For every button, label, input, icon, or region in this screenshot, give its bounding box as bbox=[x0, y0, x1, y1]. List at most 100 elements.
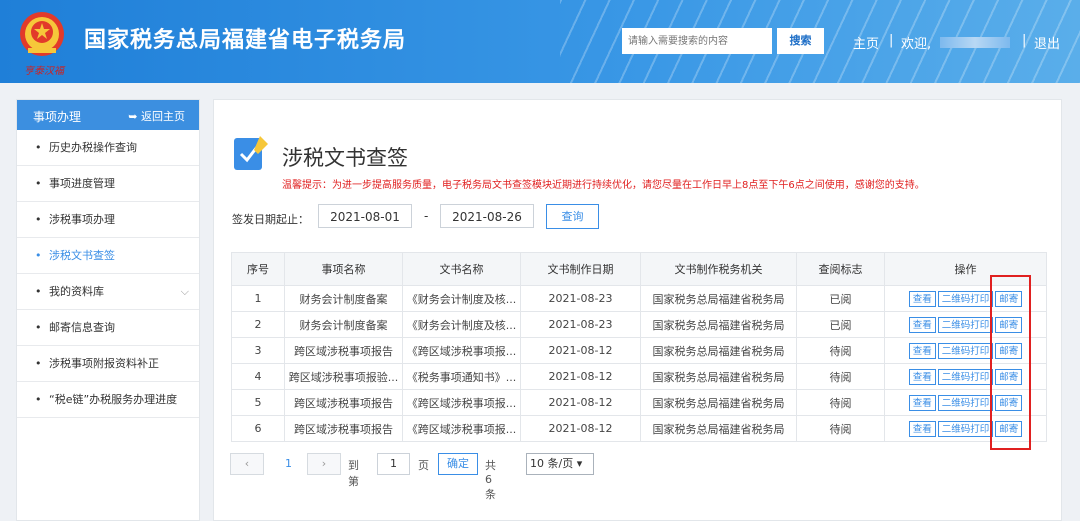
column-header: 文书名称 bbox=[402, 252, 521, 286]
goto-page-input[interactable]: 1 bbox=[377, 453, 410, 475]
view-button[interactable]: 查看 bbox=[908, 316, 936, 333]
cell-no: 4 bbox=[231, 363, 285, 390]
bullet-icon: • bbox=[35, 213, 42, 226]
table-row: 4 跨区域涉税事项报验... 《税务事项通知书》... 2021-08-12 国家税务总… bbox=[231, 363, 1047, 390]
cell-org: 国家税务总局福建省税务局 bbox=[640, 337, 797, 364]
cell-no: 6 bbox=[231, 415, 285, 442]
sidebar-item-tax-matters[interactable]: • 涉税事项办理 bbox=[17, 202, 199, 238]
qr-print-button[interactable]: 二维码打印 bbox=[937, 342, 994, 359]
site-title: 国家税务总局福建省电子税务局 bbox=[84, 28, 407, 53]
date-from-input[interactable]: 2021-08-01 bbox=[318, 204, 412, 228]
cell-doc: 《财务会计制度及核... bbox=[402, 311, 521, 338]
total-count: 共 6 条 bbox=[485, 459, 496, 501]
sidebar-item-label: 事项进度管理 bbox=[49, 177, 115, 190]
cell-flag: 待阅 bbox=[796, 363, 885, 390]
nav-separator: | bbox=[889, 33, 894, 48]
qr-print-button[interactable]: 二维码打印 bbox=[937, 316, 994, 333]
next-page-button[interactable]: › bbox=[307, 453, 341, 475]
table-row: 1 财务会计制度备案 《财务会计制度及核... 2021-08-23 国家税务总局福建省… bbox=[231, 285, 1047, 312]
view-button[interactable]: 查看 bbox=[908, 368, 936, 385]
back-arrow-icon: ➥ bbox=[128, 110, 138, 123]
column-header: 文书制作日期 bbox=[520, 252, 641, 286]
cell-item: 跨区域涉税事项报告 bbox=[284, 415, 403, 442]
sidebar-item-progress[interactable]: • 事项进度管理 bbox=[17, 166, 199, 202]
cell-item: 财务会计制度备案 bbox=[284, 285, 403, 312]
page-size-select[interactable]: 10 条/页 ▾ bbox=[526, 453, 594, 475]
cell-date: 2021-08-12 bbox=[520, 363, 641, 390]
column-header: 查阅标志 bbox=[796, 252, 885, 286]
sidebar-item-documents[interactable]: • 涉税文书查签 bbox=[17, 238, 199, 274]
sidebar-item-label: 我的资料库 bbox=[49, 285, 104, 298]
cell-flag: 已阅 bbox=[796, 311, 885, 338]
column-header: 事项名称 bbox=[284, 252, 403, 286]
cell-doc: 《跨区域涉税事项报... bbox=[402, 337, 521, 364]
cell-org: 国家税务总局福建省税务局 bbox=[640, 363, 797, 390]
warm-notice: 温馨提示：为进一步提高服务质量，电子税务局文书查签模块近期进行持续优化，请您尽量… bbox=[282, 180, 925, 191]
highlight-annotation-box bbox=[990, 275, 1031, 450]
qr-print-button[interactable]: 二维码打印 bbox=[937, 394, 994, 411]
view-button[interactable]: 查看 bbox=[908, 290, 936, 307]
nav-home-link[interactable]: 主页 bbox=[853, 33, 879, 52]
table-row: 5 跨区域涉税事项报告 《跨区域涉税事项报... 2021-08-12 国家税务总局福建… bbox=[231, 389, 1047, 416]
cell-flag: 待阅 bbox=[796, 337, 885, 364]
table-row: 6 跨区域涉税事项报告 《跨区域涉税事项报... 2021-08-12 国家税务总局福建… bbox=[231, 415, 1047, 442]
cell-item: 跨区域涉税事项报验... bbox=[284, 363, 403, 390]
column-header: 文书制作税务机关 bbox=[640, 252, 797, 286]
masked-username bbox=[940, 37, 1010, 48]
cell-item: 跨区域涉税事项报告 bbox=[284, 337, 403, 364]
bullet-icon: • bbox=[35, 393, 42, 406]
sidebar-item-supplement[interactable]: • 涉税事项附报资料补正 bbox=[17, 346, 199, 382]
sidebar-item-mail-query[interactable]: • 邮寄信息查询 bbox=[17, 310, 199, 346]
bullet-icon: • bbox=[35, 321, 42, 334]
query-button[interactable]: 查询 bbox=[546, 204, 599, 229]
current-page-number[interactable]: 1 bbox=[285, 457, 292, 470]
view-button[interactable]: 查看 bbox=[908, 342, 936, 359]
cell-org: 国家税务总局福建省税务局 bbox=[640, 389, 797, 416]
sidebar-item-label: 历史办税操作查询 bbox=[49, 141, 137, 154]
sidebar-item-library[interactable]: • 我的资料库 ⌵ bbox=[17, 274, 199, 310]
sidebar-title: 事项办理 bbox=[33, 110, 82, 124]
cell-item: 财务会计制度备案 bbox=[284, 311, 403, 338]
document-check-icon bbox=[234, 136, 268, 170]
chevron-down-icon: ⌵ bbox=[180, 285, 189, 298]
cell-doc: 《跨区域涉税事项报... bbox=[402, 389, 521, 416]
bullet-icon: • bbox=[35, 357, 42, 370]
page-size-value: 10 条/页 bbox=[530, 457, 574, 470]
cell-org: 国家税务总局福建省税务局 bbox=[640, 285, 797, 312]
date-range-label: 签发日期起止： bbox=[232, 213, 309, 226]
table-header-row: 序号 事项名称 文书名称 文书制作日期 文书制作税务机关 查阅标志 操作 bbox=[231, 252, 1047, 286]
sidebar-item-label: 涉税事项办理 bbox=[49, 213, 115, 226]
cell-org: 国家税务总局福建省税务局 bbox=[640, 415, 797, 442]
table-row: 2 财务会计制度备案 《财务会计制度及核... 2021-08-23 国家税务总局福建省… bbox=[231, 311, 1047, 338]
cell-item: 跨区域涉税事项报告 bbox=[284, 389, 403, 416]
view-button[interactable]: 查看 bbox=[908, 420, 936, 437]
cell-org: 国家税务总局福建省税务局 bbox=[640, 311, 797, 338]
nav-welcome-text: 欢迎, bbox=[901, 37, 932, 52]
qr-print-button[interactable]: 二维码打印 bbox=[937, 368, 994, 385]
sidebar-item-history[interactable]: • 历史办税操作查询 bbox=[17, 130, 199, 166]
main-panel: 涉税文书查签 温馨提示：为进一步提高服务质量，电子税务局文书查签模块近期进行持续… bbox=[213, 99, 1062, 521]
cell-no: 2 bbox=[231, 311, 285, 338]
back-home-link[interactable]: ➥ 返回主页 bbox=[128, 108, 185, 124]
column-header: 序号 bbox=[231, 252, 285, 286]
page-title: 涉税文书查签 bbox=[282, 146, 408, 170]
bullet-icon: • bbox=[35, 285, 42, 298]
bullet-icon: • bbox=[35, 141, 42, 154]
sidebar-item-label: 涉税事项附报资料补正 bbox=[49, 357, 159, 370]
emblem-caption: 亨泰汉福 bbox=[24, 66, 64, 77]
prev-page-button[interactable]: ‹ bbox=[230, 453, 264, 475]
cell-date: 2021-08-23 bbox=[520, 285, 641, 312]
cell-no: 5 bbox=[231, 389, 285, 416]
qr-print-button[interactable]: 二维码打印 bbox=[937, 290, 994, 307]
nav-separator: | bbox=[1022, 33, 1027, 48]
bullet-icon: • bbox=[35, 249, 42, 262]
search-input[interactable] bbox=[622, 28, 772, 54]
sidebar-item-echain[interactable]: • “税e链”办税服务办理进度 bbox=[17, 382, 199, 418]
nav-logout-link[interactable]: 退出 bbox=[1034, 33, 1060, 52]
view-button[interactable]: 查看 bbox=[908, 394, 936, 411]
goto-confirm-button[interactable]: 确定 bbox=[438, 453, 478, 475]
search-button[interactable]: 搜索 bbox=[777, 28, 824, 54]
cell-date: 2021-08-12 bbox=[520, 337, 641, 364]
qr-print-button[interactable]: 二维码打印 bbox=[937, 420, 994, 437]
date-to-input[interactable]: 2021-08-26 bbox=[440, 204, 534, 228]
